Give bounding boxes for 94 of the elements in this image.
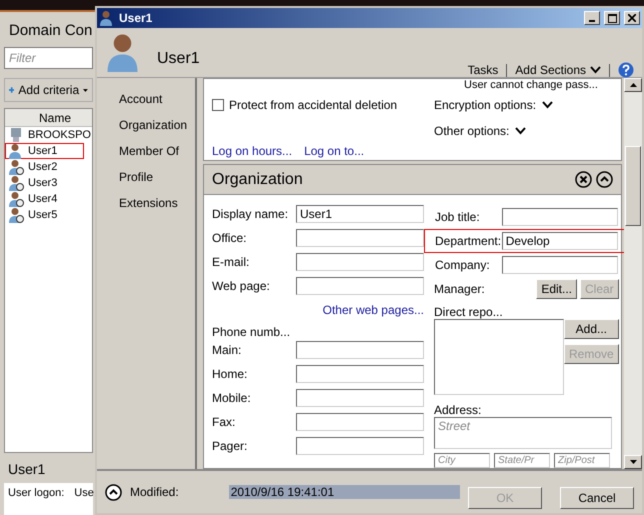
checkbox[interactable] bbox=[212, 99, 224, 111]
nav-link[interactable]: Account bbox=[119, 92, 195, 106]
field-label: Pager: bbox=[212, 439, 248, 453]
field-value: Use bbox=[74, 487, 94, 501]
other-web-pages-link[interactable]: Other web pages... bbox=[322, 303, 424, 317]
text-field[interactable] bbox=[502, 208, 618, 226]
disabled-user-icon bbox=[8, 191, 24, 207]
chevron-down-icon bbox=[590, 66, 601, 74]
close-icon[interactable] bbox=[575, 171, 592, 188]
scrollbar[interactable] bbox=[624, 78, 642, 469]
modified-label: Modified: bbox=[130, 485, 179, 499]
help-icon[interactable] bbox=[618, 62, 634, 78]
minimize-button[interactable] bbox=[584, 11, 600, 25]
plus-icon bbox=[9, 85, 14, 95]
window-title: User1 bbox=[119, 11, 154, 25]
text-field[interactable] bbox=[296, 437, 424, 455]
close-icon bbox=[628, 14, 636, 22]
manager-button[interactable]: Edit... bbox=[536, 279, 577, 299]
list-item[interactable]: User2 bbox=[28, 161, 58, 173]
scrollbar-thumb[interactable] bbox=[625, 146, 641, 226]
chevron-down-icon bbox=[542, 101, 554, 109]
user-name-heading: User1 bbox=[157, 50, 201, 68]
field-label: Department: bbox=[435, 234, 502, 248]
up-arrow-icon bbox=[630, 83, 636, 87]
maximize-button[interactable] bbox=[604, 11, 620, 25]
street-field[interactable]: Street bbox=[434, 417, 612, 449]
disabled-user-icon bbox=[8, 159, 24, 175]
other-options-label[interactable]: Other options: bbox=[434, 124, 510, 138]
field-label: Address: bbox=[434, 403, 482, 417]
user-icon bbox=[99, 10, 115, 26]
collapse-icon[interactable] bbox=[596, 171, 613, 188]
field-label: Company: bbox=[435, 258, 490, 272]
text-field[interactable] bbox=[296, 413, 424, 431]
user-icon bbox=[8, 143, 24, 159]
close-button[interactable] bbox=[624, 11, 640, 25]
list-item[interactable]: User1 bbox=[28, 145, 58, 157]
filter-field[interactable]: Filter bbox=[4, 47, 93, 69]
field-label: Job title: bbox=[435, 210, 480, 224]
text-field[interactable] bbox=[296, 389, 424, 407]
field-label: Web page: bbox=[212, 279, 270, 293]
add-sections-link[interactable]: Add Sections bbox=[515, 63, 601, 77]
nav-link[interactable]: Organization bbox=[119, 118, 195, 132]
text-field[interactable] bbox=[296, 253, 424, 271]
reports-button[interactable]: Add... bbox=[564, 319, 619, 339]
dropdown-arrow-icon bbox=[83, 88, 88, 92]
field-label: E-mail: bbox=[212, 255, 250, 269]
checkbox-label: Protect from accidental deletion bbox=[229, 98, 398, 112]
nav-link[interactable]: Profile bbox=[119, 170, 195, 184]
nav-link[interactable]: Member Of bbox=[119, 144, 195, 158]
add-criteria-button[interactable]: Add criteria bbox=[4, 78, 93, 102]
direct-reports-list[interactable] bbox=[434, 319, 564, 395]
chevron-down-icon bbox=[515, 126, 526, 134]
down-arrow-icon bbox=[630, 460, 636, 464]
address-field[interactable]: Zip/Post bbox=[554, 453, 610, 468]
text-field[interactable] bbox=[296, 277, 424, 295]
link[interactable]: Log on hours... bbox=[212, 144, 292, 160]
tasks-link[interactable]: Tasks bbox=[468, 63, 498, 77]
address-field[interactable]: State/Pr bbox=[494, 453, 550, 468]
section-title: Organization bbox=[212, 170, 304, 188]
computer-icon bbox=[8, 127, 24, 143]
list-item[interactable]: BROOKSPO bbox=[28, 129, 91, 141]
text-field[interactable] bbox=[296, 365, 424, 383]
list-item[interactable]: User5 bbox=[28, 209, 58, 221]
field-label: Manager: bbox=[434, 282, 485, 296]
field-label: Direct repo... bbox=[434, 305, 504, 319]
disabled-user-icon bbox=[8, 175, 24, 191]
field-label: Mobile: bbox=[212, 391, 251, 405]
field-label: Office: bbox=[212, 231, 246, 245]
text-field[interactable] bbox=[296, 229, 424, 247]
encryption-options-label[interactable]: Encryption options: bbox=[434, 98, 536, 112]
field-label: Display name: bbox=[212, 207, 288, 221]
field-label: Main: bbox=[212, 343, 242, 357]
scroll-up-button[interactable] bbox=[624, 78, 642, 92]
nav-link[interactable]: Extensions bbox=[119, 196, 195, 210]
address-field[interactable]: City bbox=[434, 453, 490, 468]
text-field[interactable] bbox=[502, 256, 618, 274]
group-label: Phone numb... bbox=[212, 325, 292, 339]
list-item[interactable]: User3 bbox=[28, 177, 58, 189]
dialog-button[interactable]: Cancel bbox=[560, 487, 634, 509]
scroll-down-button[interactable] bbox=[624, 455, 642, 469]
text-field[interactable]: User1 bbox=[296, 205, 424, 223]
text-field[interactable] bbox=[296, 341, 424, 359]
list-item[interactable]: User4 bbox=[28, 193, 58, 205]
link[interactable]: Log on to... bbox=[304, 144, 364, 160]
text-field[interactable]: Develop bbox=[502, 232, 618, 250]
checkbox-label: User cannot change pass... bbox=[463, 79, 599, 93]
field-label: Fax: bbox=[212, 415, 236, 429]
field-label: User logon: bbox=[8, 487, 64, 501]
collapse-icon[interactable] bbox=[105, 484, 122, 500]
maximize-icon bbox=[608, 14, 616, 22]
disabled-user-icon bbox=[8, 207, 24, 223]
modified-date: 2010/9/16 19:41:01 bbox=[228, 485, 460, 499]
field-label: Home: bbox=[212, 367, 248, 381]
window-title: Domain Con bbox=[9, 22, 94, 39]
